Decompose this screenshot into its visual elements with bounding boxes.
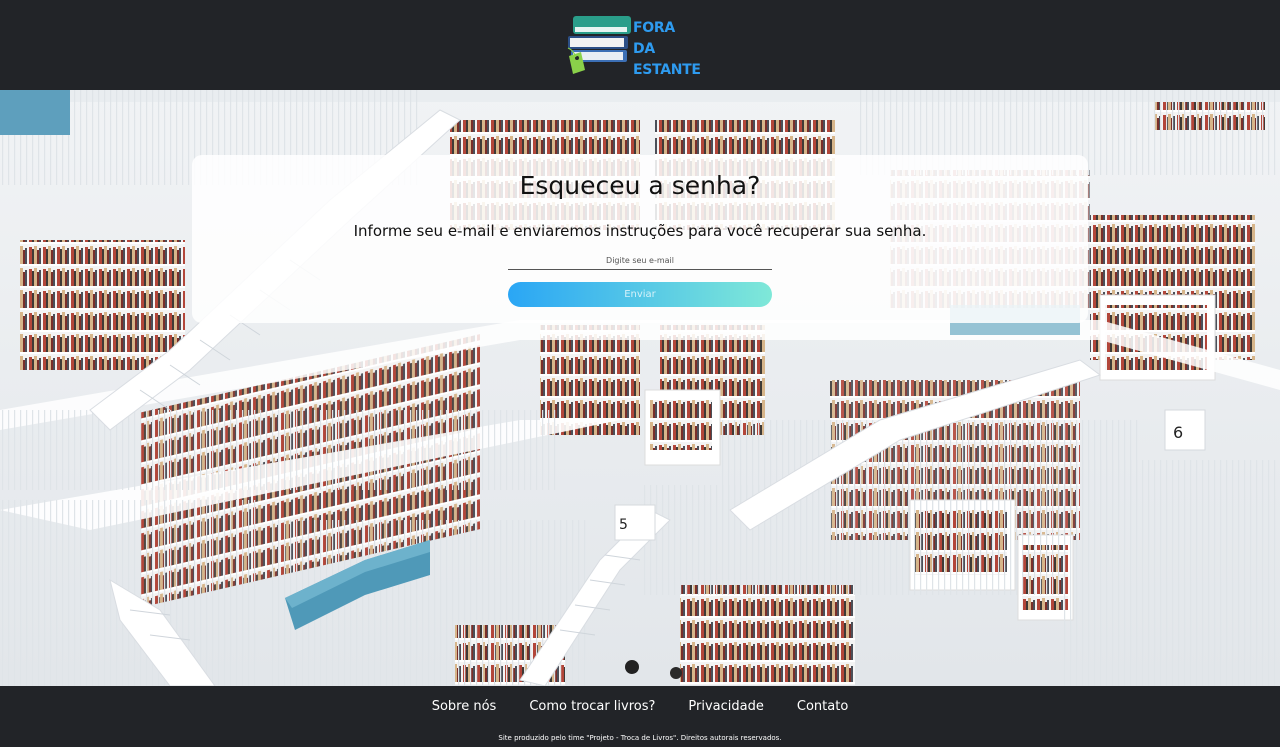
logo-line-2: DA ESTANTE bbox=[633, 41, 701, 78]
forgot-password-card: Esqueceu a senha? Informe seu e-mail e e… bbox=[192, 155, 1088, 323]
logo-line-1: FORA bbox=[633, 20, 675, 36]
page-title: Esqueceu a senha? bbox=[519, 171, 761, 200]
footer-link-contato[interactable]: Contato bbox=[797, 699, 848, 714]
footer-link-privacidade[interactable]: Privacidade bbox=[688, 699, 763, 714]
instructions-text: Informe seu e-mail e enviaremos instruçõ… bbox=[353, 222, 927, 240]
svg-text:5: 5 bbox=[619, 517, 628, 533]
site-footer: Sobre nós Como trocar livros? Privacidad… bbox=[0, 686, 1280, 747]
books-stack-icon bbox=[567, 16, 631, 74]
library-background-image: 5 6 Esqueceu a senha? Informe seu e-mail… bbox=[0, 90, 1280, 686]
logo-wordmark: FORA DA ESTANTE bbox=[633, 18, 725, 81]
copyright-note: Site produzido pelo time "Projeto - Troc… bbox=[498, 734, 782, 742]
svg-text:6: 6 bbox=[1173, 423, 1183, 442]
site-header: FORA DA ESTANTE bbox=[0, 0, 1280, 90]
site-logo[interactable]: FORA DA ESTANTE bbox=[565, 12, 725, 80]
footer-nav: Sobre nós Como trocar livros? Privacidad… bbox=[0, 699, 1280, 714]
send-button[interactable]: Enviar bbox=[508, 282, 772, 307]
email-field[interactable] bbox=[508, 251, 772, 270]
footer-link-sobre-nos[interactable]: Sobre nós bbox=[432, 699, 497, 714]
footer-link-como-trocar-livros[interactable]: Como trocar livros? bbox=[529, 699, 655, 714]
